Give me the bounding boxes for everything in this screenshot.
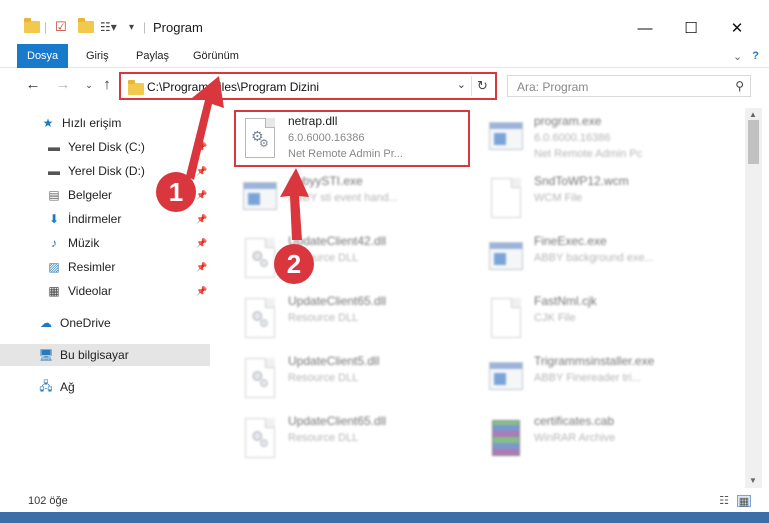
arrow-1 [186,76,224,180]
annotation-arrows [186,76,309,240]
scroll-up-icon[interactable]: ▲ [749,110,757,119]
step-badge-1: 1 [156,172,196,212]
step-badge-2: 2 [274,244,314,284]
details-view-icon[interactable]: ☷ [717,495,731,507]
scroll-thumb[interactable] [748,120,759,164]
large-icons-view-icon[interactable]: ▦ [737,495,751,508]
scroll-down-icon[interactable]: ▼ [749,476,757,485]
desktop-background [0,512,769,523]
vertical-scrollbar[interactable]: ▲ ▼ [745,108,762,488]
arrow-2 [280,168,309,240]
item-count: 102 öğe [28,495,68,507]
status-bar: 102 öğe ☷ ▦ [0,490,769,512]
